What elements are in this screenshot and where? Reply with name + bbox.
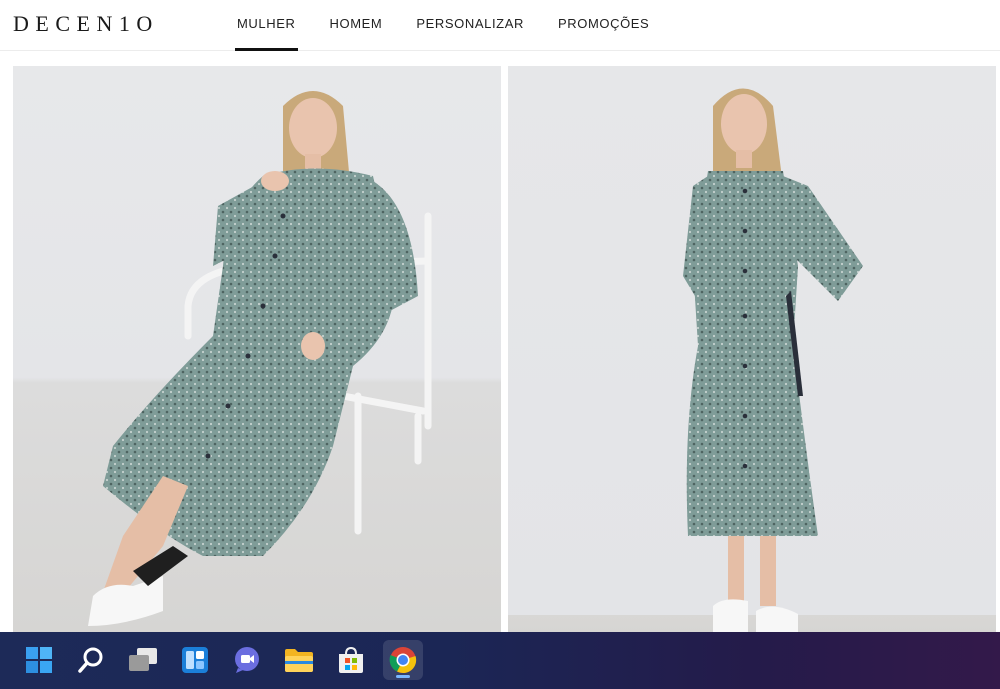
chrome-icon[interactable] (383, 640, 423, 680)
file-explorer-icon[interactable] (279, 640, 319, 680)
product-photo-standing[interactable] (508, 66, 996, 632)
windows-taskbar (0, 632, 1000, 689)
seated-model-illustration (88, 91, 432, 626)
windows-start-icon[interactable] (19, 640, 59, 680)
main-nav: MULHER HOMEM PERSONALIZAR PROMOÇÕES (222, 0, 668, 51)
standing-model-illustration (683, 88, 863, 632)
widgets-icon[interactable] (175, 640, 215, 680)
nav-item-promocoes[interactable]: PROMOÇÕES (543, 0, 664, 51)
active-app-indicator (396, 675, 410, 678)
site-header: DECEN1O MULHER HOMEM PERSONALIZAR PROMOÇ… (0, 0, 1000, 51)
store-icon[interactable] (331, 640, 371, 680)
nav-item-homem[interactable]: HOMEM (315, 0, 398, 51)
nav-item-mulher[interactable]: MULHER (222, 0, 311, 51)
chat-icon[interactable] (227, 640, 267, 680)
nav-item-personalizar[interactable]: PERSONALIZAR (401, 0, 539, 51)
brand-logo[interactable]: DECEN1O (13, 11, 159, 37)
search-icon[interactable] (71, 640, 111, 680)
task-view-icon[interactable] (123, 640, 163, 680)
product-photo-seated[interactable] (13, 66, 501, 632)
